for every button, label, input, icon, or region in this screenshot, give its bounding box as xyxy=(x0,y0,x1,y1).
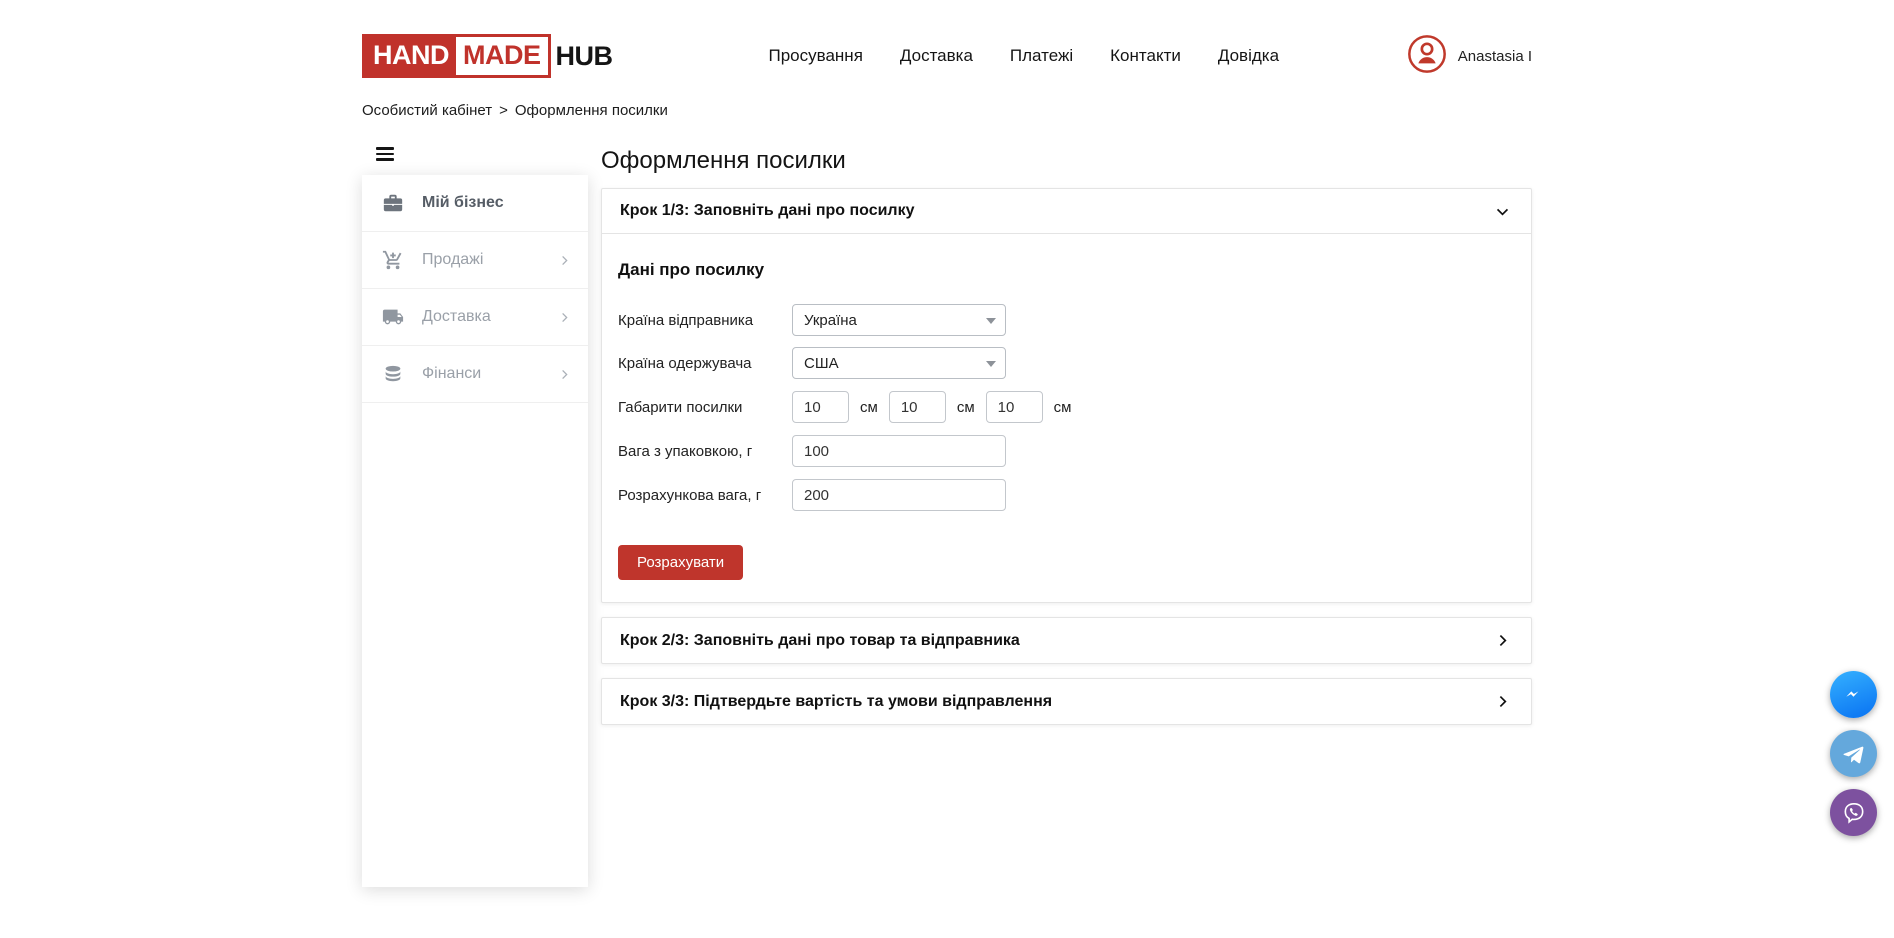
sender-country-value: Україна xyxy=(804,312,857,329)
sidebar-item-delivery[interactable]: Доставка xyxy=(362,289,588,346)
logo-hand: HAND xyxy=(365,37,456,75)
viber-button[interactable] xyxy=(1830,789,1877,836)
chevron-right-icon xyxy=(557,310,572,325)
chevron-right-icon xyxy=(1494,693,1511,710)
recipient-country-label: Країна одержувача xyxy=(618,355,792,372)
sidebar-item-sales[interactable]: Продажі xyxy=(362,232,588,289)
sidebar: Мій бізнес Продажі Доставка xyxy=(362,175,588,887)
logo-hub: HUB xyxy=(556,41,613,72)
nav-item-promotions[interactable]: Просування xyxy=(769,46,863,66)
hamburger-icon[interactable] xyxy=(376,147,394,161)
viber-icon xyxy=(1841,800,1867,826)
header: HAND MADE HUB Просування Доставка Платеж… xyxy=(362,0,1532,82)
dimension-input-length[interactable] xyxy=(792,391,849,423)
user-name: Anastasia I xyxy=(1458,48,1532,65)
sidebar-item-my-business[interactable]: Мій бізнес xyxy=(362,175,588,232)
nav-item-delivery[interactable]: Доставка xyxy=(900,46,973,66)
step-label: Крок 1/3: Заповніть дані про посилку xyxy=(620,202,915,220)
logo-box: HAND MADE xyxy=(362,34,551,78)
chevron-right-icon xyxy=(557,367,572,382)
form-section-title: Дані про посилку xyxy=(618,260,1513,280)
calculated-weight-input[interactable] xyxy=(792,479,1006,511)
accordion-step-2-header[interactable]: Крок 2/3: Заповніть дані про товар та ві… xyxy=(602,618,1531,663)
page-title: Оформлення посилки xyxy=(601,147,1532,175)
chevron-right-icon xyxy=(1494,632,1511,649)
sidebar-item-finance[interactable]: Фінанси xyxy=(362,346,588,403)
accordion-step-3-header[interactable]: Крок 3/3: Підтвердьте вартість та умови … xyxy=(602,679,1531,724)
step-label: Крок 3/3: Підтвердьте вартість та умови … xyxy=(620,693,1052,711)
sender-country-select[interactable]: Україна xyxy=(792,304,1006,336)
social-buttons xyxy=(1830,671,1877,836)
step-label: Крок 2/3: Заповніть дані про товар та ві… xyxy=(620,632,1020,650)
packed-weight-label: Вага з упаковкою, г xyxy=(618,443,792,460)
sidebar-item-label: Фінанси xyxy=(422,365,481,383)
packed-weight-input[interactable] xyxy=(792,435,1006,467)
breadcrumb: Особистий кабінет > Оформлення посилки xyxy=(362,102,1532,119)
nav-item-contacts[interactable]: Контакти xyxy=(1110,46,1181,66)
parcel-form: Дані про посилку Країна відправника Укра… xyxy=(602,234,1531,602)
accordion-step-1: Крок 1/3: Заповніть дані про посилку Дан… xyxy=(601,188,1532,603)
recipient-country-value: США xyxy=(804,355,839,372)
recipient-country-select[interactable]: США xyxy=(792,347,1006,379)
nav-item-payments[interactable]: Платежі xyxy=(1010,46,1073,66)
chevron-down-icon xyxy=(1494,203,1511,220)
chevron-right-icon xyxy=(557,253,572,268)
sidebar-item-label: Мій бізнес xyxy=(422,194,504,212)
logo[interactable]: HAND MADE HUB xyxy=(362,34,613,78)
telegram-button[interactable] xyxy=(1830,730,1877,777)
messenger-icon xyxy=(1841,682,1867,708)
messenger-button[interactable] xyxy=(1830,671,1877,718)
accordion-step-2: Крок 2/3: Заповніть дані про товар та ві… xyxy=(601,617,1532,664)
nav-item-help[interactable]: Довідка xyxy=(1218,46,1279,66)
unit-label: см xyxy=(957,399,975,416)
briefcase-icon xyxy=(382,191,406,215)
calculated-weight-label: Розрахункова вага, г xyxy=(618,487,792,504)
sender-country-label: Країна відправника xyxy=(618,312,792,329)
breadcrumb-item-cabinet[interactable]: Особистий кабінет xyxy=(362,102,492,119)
breadcrumb-separator: > xyxy=(499,102,508,119)
truck-icon xyxy=(382,305,406,329)
select-caret-icon xyxy=(986,318,996,324)
main-nav: Просування Доставка Платежі Контакти Дов… xyxy=(769,46,1280,66)
dimensions-label: Габарити посилки xyxy=(618,399,792,416)
sidebar-item-label: Продажі xyxy=(422,251,483,269)
calculate-button[interactable]: Розрахувати xyxy=(618,545,743,580)
dimension-input-width[interactable] xyxy=(889,391,946,423)
unit-label: см xyxy=(860,399,878,416)
user-menu[interactable]: Anastasia I xyxy=(1407,34,1532,79)
unit-label: см xyxy=(1054,399,1072,416)
accordion-step-1-header[interactable]: Крок 1/3: Заповніть дані про посилку xyxy=(602,189,1531,234)
select-caret-icon xyxy=(986,361,996,367)
telegram-icon xyxy=(1841,741,1867,767)
dimension-input-height[interactable] xyxy=(986,391,1043,423)
accordion-step-3: Крок 3/3: Підтвердьте вартість та умови … xyxy=(601,678,1532,725)
logo-made: MADE xyxy=(456,37,548,75)
sidebar-item-label: Доставка xyxy=(422,308,491,326)
breadcrumb-item-parcel[interactable]: Оформлення посилки xyxy=(515,102,668,119)
user-avatar-icon xyxy=(1407,34,1447,79)
coins-icon xyxy=(382,362,406,386)
cart-icon xyxy=(382,248,406,272)
